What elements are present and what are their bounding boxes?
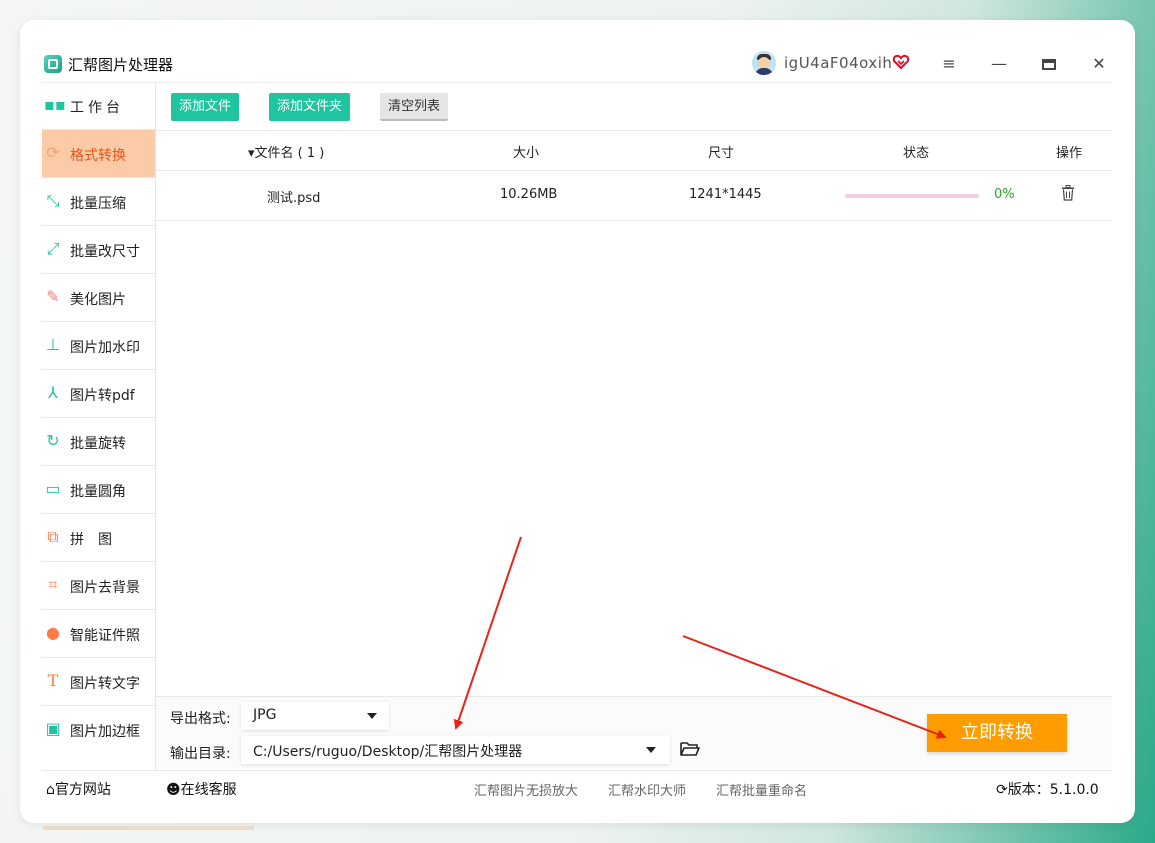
refresh-icon: ⟳ <box>996 782 1008 798</box>
sidebar-item-label: 工作台 <box>70 100 124 116</box>
sidebar-item-to-pdf[interactable]: ⅄ 图片转pdf <box>42 370 155 418</box>
toolbar: 添加文件 添加文件夹 清空列表 <box>156 82 1112 131</box>
round-corner-icon: ▭ <box>45 479 61 498</box>
app-window: 汇帮图片处理器 igU4aF04oxih ≡ — ✕ ▪▪ 工作台 ⟳ 格式转换 <box>20 20 1135 823</box>
support-link[interactable]: ☻在线客服 <box>166 779 237 799</box>
add-file-button[interactable]: 添加文件 <box>171 93 240 121</box>
sidebar-item-label: 格式转换 <box>70 148 126 164</box>
output-dir-value: C:/Users/ruguo/Desktop/汇帮图片处理器 <box>253 744 523 760</box>
title-bar: 汇帮图片处理器 igU4aF04oxih ≡ — ✕ <box>42 48 1112 83</box>
table-row[interactable]: 测试.psd 10.26MB 1241*1445 0% <box>156 171 1112 221</box>
column-header-dimension: 尺寸 <box>708 146 735 161</box>
format-label: 导出格式: <box>170 711 231 727</box>
window-content: 汇帮图片处理器 igU4aF04oxih ≡ — ✕ ▪▪ 工作台 ⟳ 格式转换 <box>42 48 1112 808</box>
vip-heart-icon[interactable] <box>892 53 910 75</box>
id-photo-icon: ● <box>46 623 60 642</box>
version-number: 5.1.0.0 <box>1049 782 1099 798</box>
sidebar-item-format-convert[interactable]: ⟳ 格式转换 <box>42 130 155 178</box>
compress-icon: ⤡ <box>46 191 60 210</box>
output-dir-select[interactable]: C:/Users/ruguo/Desktop/汇帮图片处理器 <box>241 736 670 764</box>
resize-icon: ⤢ <box>46 239 60 258</box>
clear-list-button[interactable]: 清空列表 <box>380 93 449 121</box>
headset-icon: ☻ <box>166 782 181 798</box>
folder-open-icon[interactable] <box>680 741 700 757</box>
workspace-grid-icon: ▪▪ <box>44 95 66 114</box>
export-settings: 导出格式: JPG 输出目录: C:/Users/ruguo/Desktop/汇… <box>156 696 1112 771</box>
menu-icon[interactable]: ≡ <box>936 52 962 76</box>
frame-icon: ▣ <box>45 719 61 738</box>
version-label: 版本： <box>1007 782 1050 798</box>
support-label: 在线客服 <box>180 782 237 798</box>
progress-bar <box>845 194 979 198</box>
sidebar: ▪▪ 工作台 ⟳ 格式转换 ⤡ 批量压缩 ⤢ 批量改尺寸 ✎ 美化图片 ⊥ 图片… <box>42 82 156 770</box>
sidebar-item-round-corner[interactable]: ▭ 批量圆角 <box>42 466 155 514</box>
progress-text: 0% <box>994 187 1015 202</box>
chevron-down-icon <box>646 747 656 753</box>
file-dimension-cell: 1241*1445 <box>689 187 762 202</box>
sidebar-item-label: 图片去背景 <box>70 580 140 596</box>
sidebar-item-label: 拼 图 <box>70 532 112 548</box>
dir-label: 输出目录: <box>170 746 231 762</box>
website-link[interactable]: ⌂官方网站 <box>46 779 111 799</box>
column-header-name[interactable]: ▾文件名 ( 1 ) <box>248 142 324 161</box>
sidebar-item-watermark[interactable]: ⊥ 图片加水印 <box>42 322 155 370</box>
sidebar-item-label: 批量旋转 <box>70 436 126 452</box>
sidebar-item-label: 智能证件照 <box>70 628 140 644</box>
sidebar-item-label: 美化图片 <box>70 292 126 308</box>
app-logo-icon <box>44 55 62 73</box>
convert-now-button[interactable]: 立即转换 <box>927 714 1067 752</box>
pdf-icon: ⅄ <box>48 383 58 402</box>
format-select[interactable]: JPG <box>241 702 389 730</box>
sidebar-item-id-photo[interactable]: ● 智能证件照 <box>42 610 155 658</box>
column-header-size: 大小 <box>513 146 540 161</box>
sidebar-item-rotate[interactable]: ↻ 批量旋转 <box>42 418 155 466</box>
sidebar-item-label: 图片加边框 <box>70 724 140 740</box>
puzzle-icon: ⧉ <box>47 527 59 546</box>
format-value: JPG <box>253 707 277 723</box>
close-icon[interactable]: ✕ <box>1086 52 1112 76</box>
sidebar-item-label: 批量改尺寸 <box>70 244 140 260</box>
sidebar-item-beautify[interactable]: ✎ 美化图片 <box>42 274 155 322</box>
column-header-status: 状态 <box>903 146 930 161</box>
sidebar-item-puzzle[interactable]: ⧉ 拼 图 <box>42 514 155 562</box>
version-info[interactable]: ⟳版本：5.1.0.0 <box>996 779 1099 799</box>
sidebar-item-to-text[interactable]: T 图片转文字 <box>42 658 155 706</box>
sidebar-item-remove-background[interactable]: ⌗ 图片去背景 <box>42 562 155 610</box>
rotate-icon: ↻ <box>46 431 60 450</box>
app-title: 汇帮图片处理器 <box>68 56 174 74</box>
username[interactable]: igU4aF04oxih <box>784 54 892 72</box>
main-panel: 添加文件 添加文件夹 清空列表 ▾文件名 ( 1 ) 大小 尺寸 状态 操作 测… <box>156 82 1112 771</box>
footer-link-rename[interactable]: 汇帮批量重命名 <box>716 780 807 799</box>
sidebar-item-compress[interactable]: ⤡ 批量压缩 <box>42 178 155 226</box>
format-convert-icon: ⟳ <box>46 143 60 162</box>
maximize-icon[interactable] <box>1036 52 1062 76</box>
add-folder-button[interactable]: 添加文件夹 <box>269 93 351 121</box>
delete-icon[interactable] <box>1061 185 1075 201</box>
sidebar-item-workspace[interactable]: ▪▪ 工作台 <box>42 82 155 130</box>
footer: ⌂官方网站 ☻在线客服 汇帮图片无损放大 汇帮水印大师 汇帮批量重命名 ⟳版本：… <box>42 770 1112 805</box>
crop-icon: ⌗ <box>48 575 58 594</box>
text-icon: T <box>47 671 59 690</box>
sidebar-item-label: 图片加水印 <box>70 340 140 356</box>
minimize-icon[interactable]: — <box>986 52 1012 76</box>
sidebar-item-label: 图片转文字 <box>70 676 140 692</box>
sidebar-item-frame[interactable]: ▣ 图片加边框 <box>42 706 155 753</box>
footer-link-watermark[interactable]: 汇帮水印大师 <box>608 780 686 799</box>
file-size-cell: 10.26MB <box>500 187 558 202</box>
column-header-action: 操作 <box>1056 146 1083 161</box>
decorative-shadow <box>43 826 254 830</box>
avatar[interactable] <box>752 51 776 75</box>
chevron-down-icon <box>367 713 377 719</box>
sidebar-item-label: 批量圆角 <box>70 484 126 500</box>
table-header: ▾文件名 ( 1 ) 大小 尺寸 状态 操作 <box>156 130 1112 171</box>
sidebar-item-resize[interactable]: ⤢ 批量改尺寸 <box>42 226 155 274</box>
home-icon: ⌂ <box>46 782 55 798</box>
sidebar-item-label: 图片转pdf <box>70 388 135 404</box>
sidebar-item-label: 批量压缩 <box>70 196 126 212</box>
watermark-icon: ⊥ <box>46 335 60 354</box>
beautify-icon: ✎ <box>46 287 60 306</box>
footer-link-upscale[interactable]: 汇帮图片无损放大 <box>474 780 578 799</box>
file-name-cell: 测试.psd <box>267 191 321 206</box>
website-label: 官方网站 <box>54 782 111 798</box>
